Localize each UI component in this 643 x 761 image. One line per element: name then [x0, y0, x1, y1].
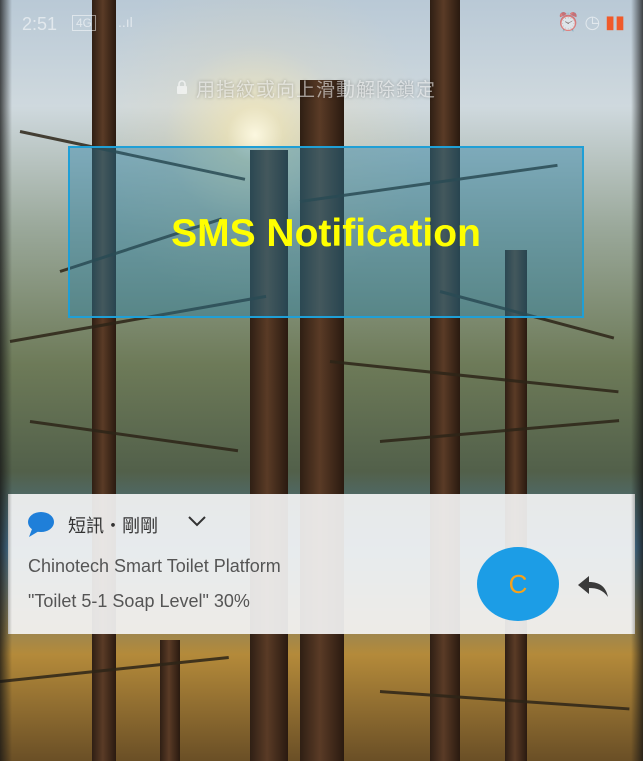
sender-avatar: C	[477, 547, 559, 621]
signal-icon: ..ıl	[118, 14, 133, 30]
status-icons: ⏰ ◷ ▮▮	[557, 12, 625, 33]
status-time: 2:51	[22, 14, 58, 34]
reply-arrow-icon[interactable]	[575, 572, 611, 600]
unlock-hint: 用指紋或向上滑動解除鎖定	[196, 80, 437, 101]
network-type-badge: 4G	[72, 15, 97, 31]
lock-icon	[177, 80, 187, 94]
sms-notification-banner: SMS Notification	[68, 146, 584, 318]
alarm-icon: ⏰ ◷	[557, 12, 601, 32]
notification-message: "Toilet 5-1 Soap Level" 30%	[28, 591, 250, 611]
lock-screen: 2:51 4G ..ıl ⏰ ◷ ▮▮ 用指紋或向上滑動解除鎖定 SMS Not…	[0, 0, 643, 761]
notification-sender: Chinotech Smart Toilet Platform	[28, 556, 281, 576]
notification-header: 短訊・剛剛	[68, 516, 158, 536]
battery-icon: ▮▮	[605, 12, 625, 32]
banner-title: SMS Notification	[171, 212, 481, 255]
sms-notification-card[interactable]: 短訊・剛剛 Chinotech Smart Toilet Platform "T…	[8, 494, 635, 634]
status-bar: 2:51 4G ..ıl ⏰ ◷ ▮▮	[0, 0, 643, 44]
chevron-down-icon[interactable]	[186, 512, 208, 530]
chat-bubble-icon	[28, 512, 54, 537]
